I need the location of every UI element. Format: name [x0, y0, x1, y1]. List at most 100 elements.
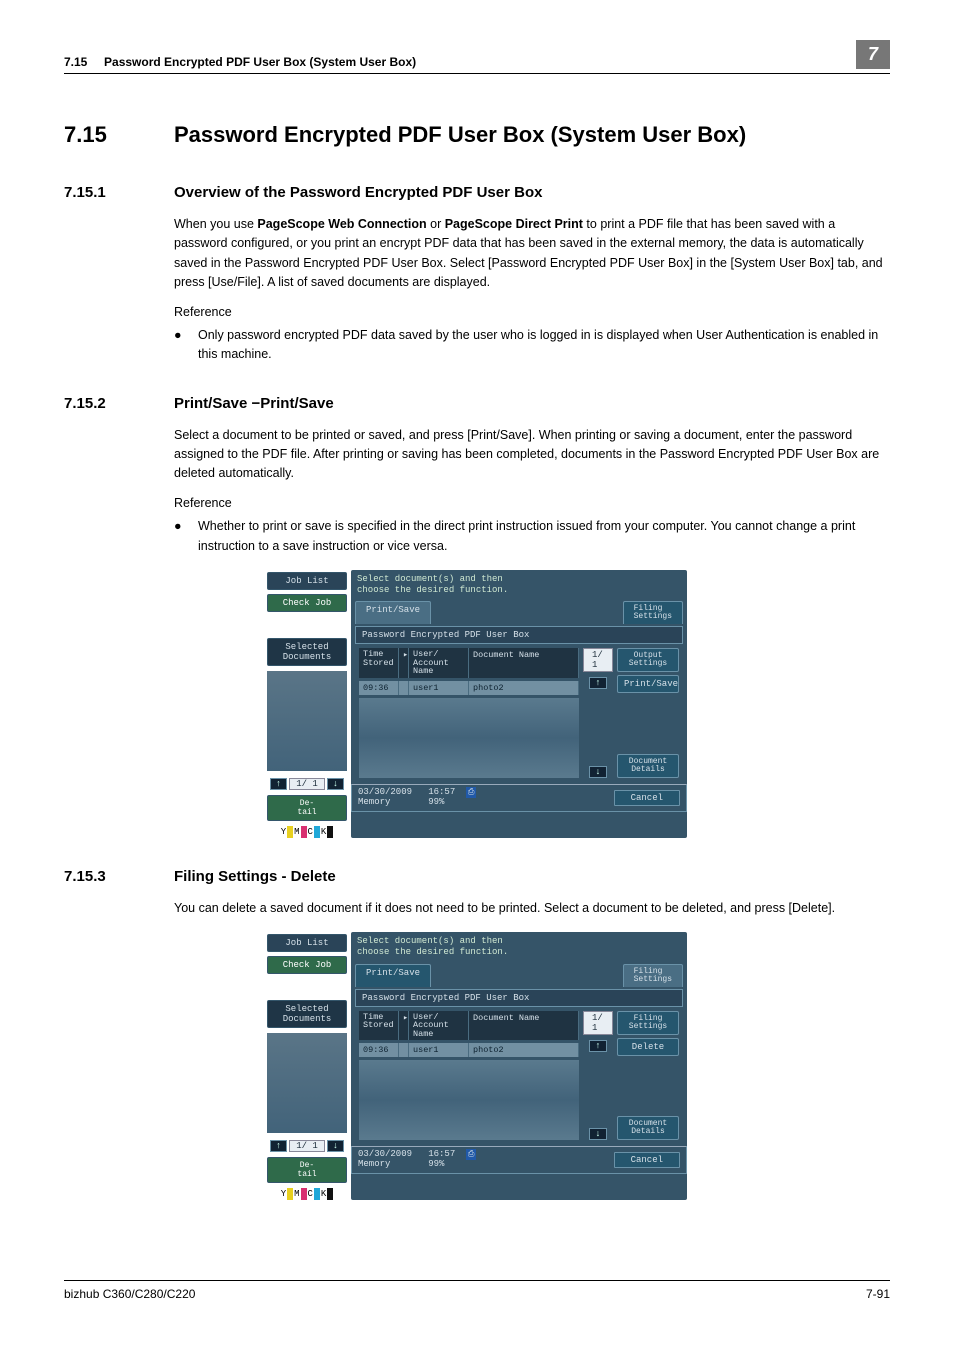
- paging-indicator: 1/ 1: [583, 648, 613, 672]
- toner-y-label: Y: [281, 1189, 286, 1199]
- cancel-button[interactable]: Cancel: [614, 790, 680, 806]
- col-sel[interactable]: ▸: [399, 648, 409, 678]
- scroll-up-icon[interactable]: ↑: [589, 1040, 606, 1052]
- sub-text: Print/Save −Print/Save: [174, 395, 334, 412]
- col-doc: Document Name: [469, 1011, 579, 1041]
- check-job-tab[interactable]: Check Job: [267, 594, 347, 612]
- check-job-tab[interactable]: Check Job: [267, 956, 347, 974]
- sub-text: Overview of the Password Encrypted PDF U…: [174, 184, 542, 201]
- page-down-icon[interactable]: ↓: [327, 778, 344, 790]
- toner-c-label: C: [308, 827, 313, 837]
- tab-print-save[interactable]: Print/Save: [355, 601, 431, 624]
- col-doc: Document Name: [469, 648, 579, 678]
- body-7-15-3: You can delete a saved document if it do…: [174, 899, 890, 918]
- table-header: Time Stored ▸ User/ Account Name Documen…: [359, 1011, 579, 1041]
- time-label: 16:57: [428, 787, 455, 797]
- toner-levels: Y M C K: [267, 1188, 347, 1200]
- memory-value: 99%: [428, 797, 444, 807]
- col-user: User/ Account Name: [409, 648, 469, 678]
- col-user: User/ Account Name: [409, 1011, 469, 1041]
- selected-documents-tab[interactable]: Selected Documents: [267, 1000, 347, 1028]
- table-row[interactable]: 09:36 user1 photo2: [359, 1043, 579, 1057]
- delete-button[interactable]: Delete: [617, 1038, 679, 1056]
- page-down-icon[interactable]: ↓: [327, 1140, 344, 1152]
- cell-blank: [399, 681, 409, 695]
- panel-title: Password Encrypted PDF User Box: [355, 626, 683, 644]
- cancel-button[interactable]: Cancel: [614, 1152, 680, 1168]
- table-header: Time Stored ▸ User/ Account Name Documen…: [359, 648, 579, 678]
- filing-settings-button[interactable]: Filing Settings: [617, 1011, 679, 1035]
- reference-label: Reference: [174, 494, 890, 513]
- toner-levels: Y M C K: [267, 826, 347, 838]
- screenshot-printsave: Job List Check Job Selected Documents ↑ …: [267, 570, 687, 838]
- tab-print-save[interactable]: Print/Save: [355, 964, 431, 987]
- panel-title: Password Encrypted PDF User Box: [355, 989, 683, 1007]
- cell-user: user1: [409, 681, 469, 695]
- job-list-tab[interactable]: Job List: [267, 934, 347, 952]
- scroll-up-icon[interactable]: ↑: [589, 677, 606, 689]
- chapter-badge: 7: [856, 40, 890, 69]
- detail-button[interactable]: De- tail: [267, 1157, 347, 1183]
- toner-m-label: M: [294, 1189, 299, 1199]
- toner-k-label: K: [321, 827, 326, 837]
- instruction-line: Select document(s) and then: [357, 936, 681, 947]
- toner-c-label: C: [308, 1189, 313, 1199]
- sub-text: Filing Settings - Delete: [174, 868, 336, 885]
- tab-filing-settings[interactable]: Filing Settings: [623, 601, 683, 624]
- para-bold: PageScope Web Connection: [257, 217, 426, 231]
- table-row[interactable]: 09:36 user1 photo2: [359, 681, 579, 695]
- date-label: 03/30/2009: [358, 787, 412, 797]
- para-text: You can delete a saved document if it do…: [174, 899, 890, 918]
- sub-num: 7.15.3: [64, 868, 134, 885]
- detail-button[interactable]: De- tail: [267, 795, 347, 821]
- document-details-button[interactable]: Document Details: [617, 754, 679, 778]
- output-settings-button[interactable]: Output Settings: [617, 648, 679, 672]
- para-text: When you use: [174, 217, 257, 231]
- subheading-7-15-2: 7.15.2 Print/Save −Print/Save: [64, 395, 890, 412]
- col-time: Time Stored: [359, 1011, 399, 1041]
- bullet-icon: ●: [174, 517, 184, 556]
- job-list-tab[interactable]: Job List: [267, 572, 347, 590]
- col-sel[interactable]: ▸: [399, 1011, 409, 1041]
- toner-k-label: K: [321, 1189, 326, 1199]
- time-label: 16:57: [428, 1149, 455, 1159]
- toner-m-label: M: [294, 827, 299, 837]
- cell-user: user1: [409, 1043, 469, 1057]
- instruction-line: Select document(s) and then: [357, 574, 681, 585]
- sub-num: 7.15.2: [64, 395, 134, 412]
- header-section-title: Password Encrypted PDF User Box (System …: [104, 55, 416, 69]
- cell-time: 09:36: [359, 1043, 399, 1057]
- subheading-7-15-3: 7.15.3 Filing Settings - Delete: [64, 868, 890, 885]
- cell-doc: photo2: [469, 681, 579, 695]
- status-icon: ⎙: [466, 1149, 476, 1160]
- document-details-button[interactable]: Document Details: [617, 1116, 679, 1140]
- memory-label: Memory: [358, 1159, 390, 1169]
- instruction-line: choose the desired function.: [357, 585, 681, 596]
- left-paging: 1/ 1: [289, 778, 325, 790]
- selected-documents-tab[interactable]: Selected Documents: [267, 638, 347, 666]
- scroll-down-icon[interactable]: ↓: [589, 766, 606, 778]
- reference-item: ● Whether to print or save is specified …: [174, 517, 890, 556]
- para-text: Select a document to be printed or saved…: [174, 426, 890, 484]
- memory-label: Memory: [358, 797, 390, 807]
- page-header: 7.15 Password Encrypted PDF User Box (Sy…: [64, 40, 890, 74]
- cell-time: 09:36: [359, 681, 399, 695]
- memory-value: 99%: [428, 1159, 444, 1169]
- tab-filing-settings[interactable]: Filing Settings: [623, 964, 683, 987]
- para-text: or: [427, 217, 445, 231]
- screenshot-delete: Job List Check Job Selected Documents ↑ …: [267, 932, 687, 1200]
- para-bold: PageScope Direct Print: [445, 217, 583, 231]
- page-up-icon[interactable]: ↑: [270, 778, 287, 790]
- footer-left: bizhub C360/C280/C220: [64, 1287, 195, 1301]
- body-7-15-2: Select a document to be printed or saved…: [174, 426, 890, 556]
- scroll-down-icon[interactable]: ↓: [589, 1128, 606, 1140]
- toner-y-label: Y: [281, 827, 286, 837]
- date-label: 03/30/2009: [358, 1149, 412, 1159]
- footer-right: 7-91: [866, 1287, 890, 1301]
- reference-text: Only password encrypted PDF data saved b…: [198, 326, 890, 365]
- print-save-button[interactable]: Print/Save: [617, 675, 679, 693]
- cell-blank: [399, 1043, 409, 1057]
- page-up-icon[interactable]: ↑: [270, 1140, 287, 1152]
- page-footer: bizhub C360/C280/C220 7-91: [64, 1280, 890, 1301]
- status-icon: ⎙: [466, 787, 476, 798]
